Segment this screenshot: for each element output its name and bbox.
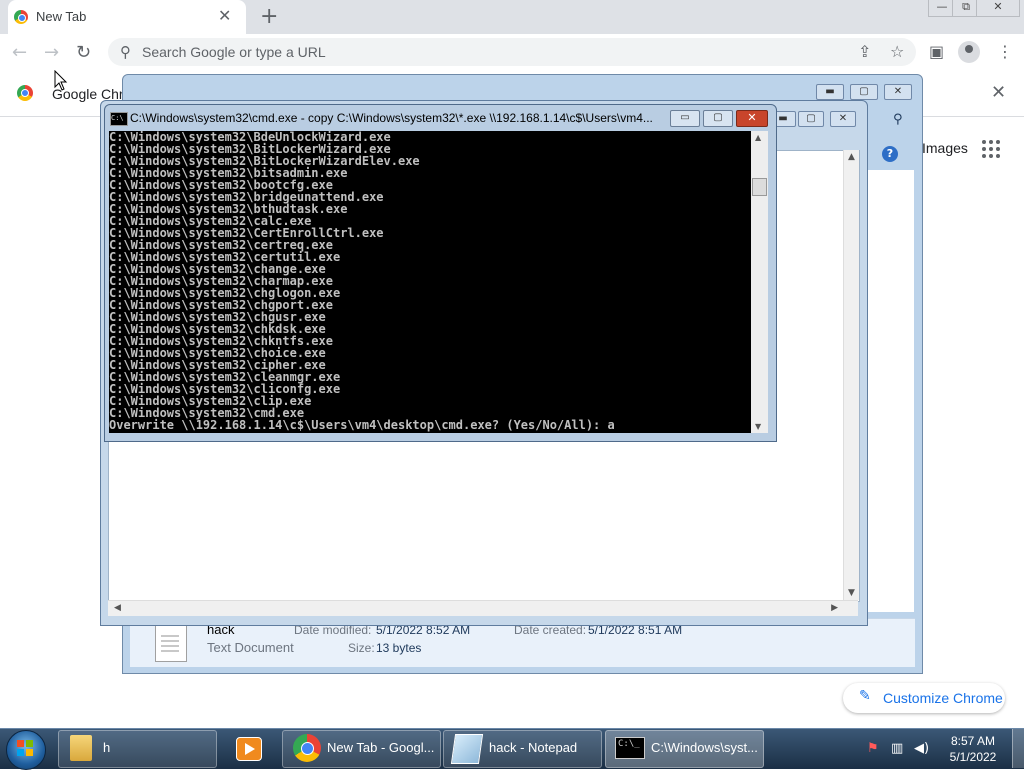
notepad-vertical-scrollbar[interactable]: ▲ ▼ [843,150,859,600]
cmd-console-output[interactable]: C:\Windows\system32\BdeUnlockWizard.exe … [109,131,751,433]
taskbar-clock[interactable]: 8:57 AM 5/1/2022 [943,733,1003,765]
chrome-menu-icon[interactable]: ⋮ [997,42,1013,61]
cmd-scrollbar-thumb[interactable] [752,178,767,196]
notepad-horizontal-scrollbar[interactable]: ◀ ▶ [108,600,858,616]
volume-icon[interactable]: ◀) [914,741,929,756]
forward-arrow-icon[interactable]: → [44,42,59,63]
help-icon[interactable]: ? [882,146,898,162]
action-center-flag-icon[interactable]: ⚑ [867,741,879,756]
explorer-close-button[interactable]: ✕ [884,84,912,100]
chrome-favicon-icon [14,10,28,24]
explorer-search-icon[interactable]: ⚲ [893,112,903,127]
console-text: C:\Windows\system32\BdeUnlockWizard.exe … [109,131,615,432]
chrome-close-button[interactable]: ✕ [976,0,1020,17]
bookmark-star-icon[interactable]: ☆ [890,42,904,61]
taskbar-chrome-label: New Tab - Googl... [327,740,435,755]
reload-icon[interactable]: ↻ [76,42,91,63]
chrome-taskbar-icon [293,734,321,762]
media-player-icon[interactable] [236,737,262,761]
folder-icon [70,735,92,761]
file-type: Text Document [207,640,294,655]
share-icon[interactable]: ⇪ [858,42,871,61]
taskbar-notepad-label: hack - Notepad [489,740,578,755]
notepad-close-button[interactable]: ✕ [830,111,856,127]
taskbar-explorer-label: h [103,740,111,755]
cmd-scrollbar[interactable]: ▲ ▼ [751,131,768,433]
windows-logo-icon [17,740,33,756]
explorer-content-pane [868,170,914,612]
bookmark-bar-close-icon[interactable]: ✕ [991,82,1006,103]
omnibox-placeholder: Search Google or type a URL [142,44,326,60]
new-tab-button[interactable]: + [260,4,278,29]
notepad-icon [450,734,484,764]
mouse-cursor-icon [54,70,68,91]
cmd-minimize-button[interactable]: ▭ [670,110,700,127]
chrome-logo-icon [17,85,33,101]
cmd-close-button[interactable]: ✕ [736,110,768,127]
cmd-window-icon: C:\ [110,112,128,126]
cmd-window-title: C:\Windows\system32\cmd.exe - copy C:\Wi… [130,111,653,125]
notepad-maximize-button[interactable]: ▢ [798,111,824,127]
explorer-minimize-button[interactable]: ▬ [816,84,844,100]
side-panel-icon[interactable]: ▣ [929,42,944,61]
size-value: 13 bytes [376,641,422,655]
profile-avatar-icon[interactable] [958,41,980,63]
customize-chrome-label: Customize Chrome [883,690,1003,706]
cmd-maximize-button[interactable]: ▢ [703,110,733,127]
taskbar-cmd-label: C:\Windows\syst... [651,740,758,755]
cmd-taskbar-icon: C:\_ [615,737,645,759]
explorer-maximize-button[interactable]: ▢ [850,84,878,100]
search-icon: ⚲ [120,43,131,61]
back-arrow-icon[interactable]: ← [12,42,27,63]
pencil-icon: ✎ [859,688,871,704]
show-desktop-button[interactable] [1012,729,1024,768]
text-document-icon [155,624,187,662]
network-icon[interactable]: ▥ [891,741,903,756]
tab-close-icon[interactable]: ✕ [218,6,231,25]
clock-time: 8:57 AM [950,734,996,748]
tab-title: New Tab [36,9,87,24]
size-label: Size: [348,641,375,655]
ntp-images-link[interactable]: Images [922,140,968,156]
google-apps-icon[interactable] [982,140,1000,158]
clock-date: 5/1/2022 [949,750,997,764]
